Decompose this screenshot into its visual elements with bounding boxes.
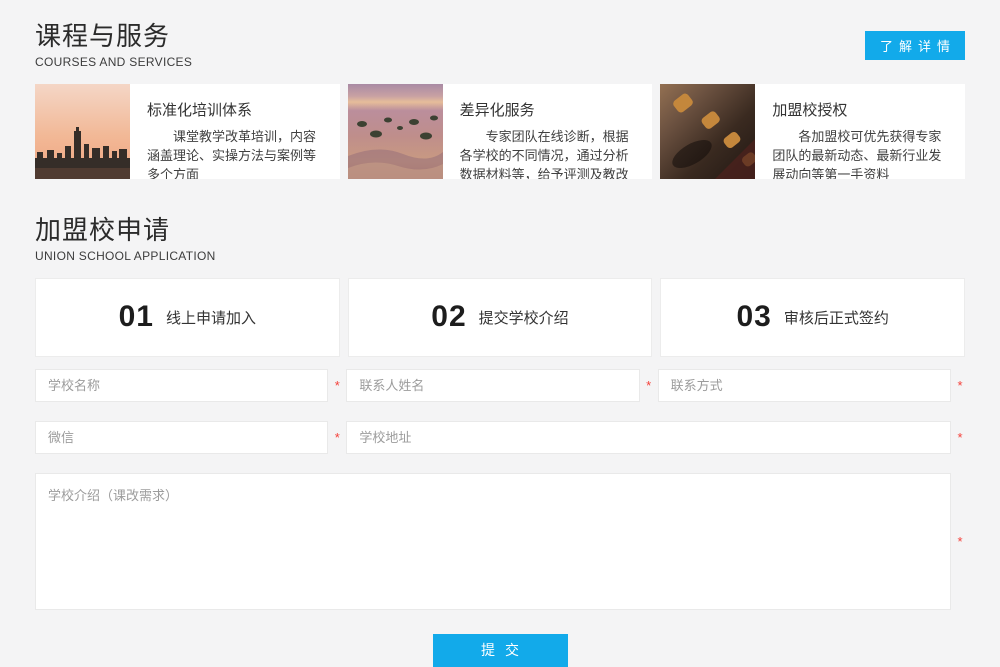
required-asterisk: * [955, 378, 965, 393]
city-skyline-graphic [35, 84, 130, 179]
card-title: 加盟校授权 [772, 99, 953, 120]
city-sunset-image [35, 84, 130, 179]
application-steps: 01 线上申请加入 02 提交学校介绍 03 审核后正式签约 [35, 278, 965, 357]
film-frames-graphic [660, 84, 755, 179]
required-asterisk: * [332, 430, 342, 445]
course-card-differentiated-service[interactable]: 差异化服务 专家团队在线诊断，根据各学校的不同情况，通过分析数据材料等，给予评测… [348, 84, 653, 179]
school-intro-textarea[interactable] [35, 473, 951, 610]
card-desc: 各加盟校可优先获得专家团队的最新动态、最新行业发展动向等第一手资料 [772, 128, 953, 179]
application-section: 加盟校申请 UNION SCHOOL APPLICATION 01 线上申请加入… [35, 216, 965, 667]
learn-more-button[interactable]: 了解详情 [865, 31, 965, 60]
required-asterisk: * [332, 378, 342, 393]
contact-method-field-wrap: * [658, 369, 965, 402]
application-form: * * * * * [35, 369, 965, 667]
step-label: 审核后正式签约 [784, 307, 889, 328]
course-card-standard-training[interactable]: 标准化培训体系 课堂教学改革培训，内容涵盖理论、实操方法与案例等多个方面 [35, 84, 340, 179]
submit-button[interactable]: 提交 [433, 634, 568, 667]
application-title: 加盟校申请 [35, 216, 965, 246]
required-asterisk: * [955, 534, 965, 549]
required-asterisk: * [955, 430, 965, 445]
step-label: 线上申请加入 [166, 307, 256, 328]
wechat-field-wrap: * [35, 421, 342, 454]
application-subtitle: UNION SCHOOL APPLICATION [35, 249, 965, 263]
courses-subtitle: COURSES AND SERVICES [35, 55, 192, 69]
film-strip-image [660, 84, 755, 179]
courses-heading: 课程与服务 COURSES AND SERVICES [35, 22, 192, 69]
contact-method-input[interactable] [658, 369, 951, 402]
step-number: 03 [736, 300, 771, 334]
card-desc: 课堂教学改革培训，内容涵盖理论、实操方法与案例等多个方面 [147, 128, 328, 179]
card-title: 标准化培训体系 [147, 99, 328, 120]
step-number: 01 [119, 300, 154, 334]
course-cards: 标准化培训体系 课堂教学改革培训，内容涵盖理论、实操方法与案例等多个方面 [35, 84, 965, 179]
step-2-submit-intro: 02 提交学校介绍 [348, 278, 653, 357]
school-name-field-wrap: * [35, 369, 342, 402]
course-card-franchise-authorization[interactable]: 加盟校授权 各加盟校可优先获得专家团队的最新动态、最新行业发展动向等第一手资料 [660, 84, 965, 179]
school-intro-field-wrap: * [35, 473, 965, 610]
contact-name-input[interactable] [346, 369, 639, 402]
step-1-apply-online: 01 线上申请加入 [35, 278, 340, 357]
school-name-input[interactable] [35, 369, 328, 402]
step-3-sign-contract: 03 审核后正式签约 [660, 278, 965, 357]
step-label: 提交学校介绍 [479, 307, 569, 328]
desert-shrubs-graphic [348, 84, 443, 179]
desert-dusk-image [348, 84, 443, 179]
school-address-field-wrap: * [346, 421, 965, 454]
card-desc: 专家团队在线诊断，根据各学校的不同情况，通过分析数据材料等，给予评测及教改意见 [460, 128, 641, 179]
page: 课程与服务 COURSES AND SERVICES 了解详情 [0, 0, 1000, 667]
school-address-input[interactable] [346, 421, 951, 454]
courses-section: 课程与服务 COURSES AND SERVICES 了解详情 [35, 22, 965, 179]
step-number: 02 [431, 300, 466, 334]
required-asterisk: * [644, 378, 654, 393]
card-title: 差异化服务 [460, 99, 641, 120]
contact-name-field-wrap: * [346, 369, 653, 402]
courses-title: 课程与服务 [35, 22, 192, 52]
wechat-input[interactable] [35, 421, 328, 454]
